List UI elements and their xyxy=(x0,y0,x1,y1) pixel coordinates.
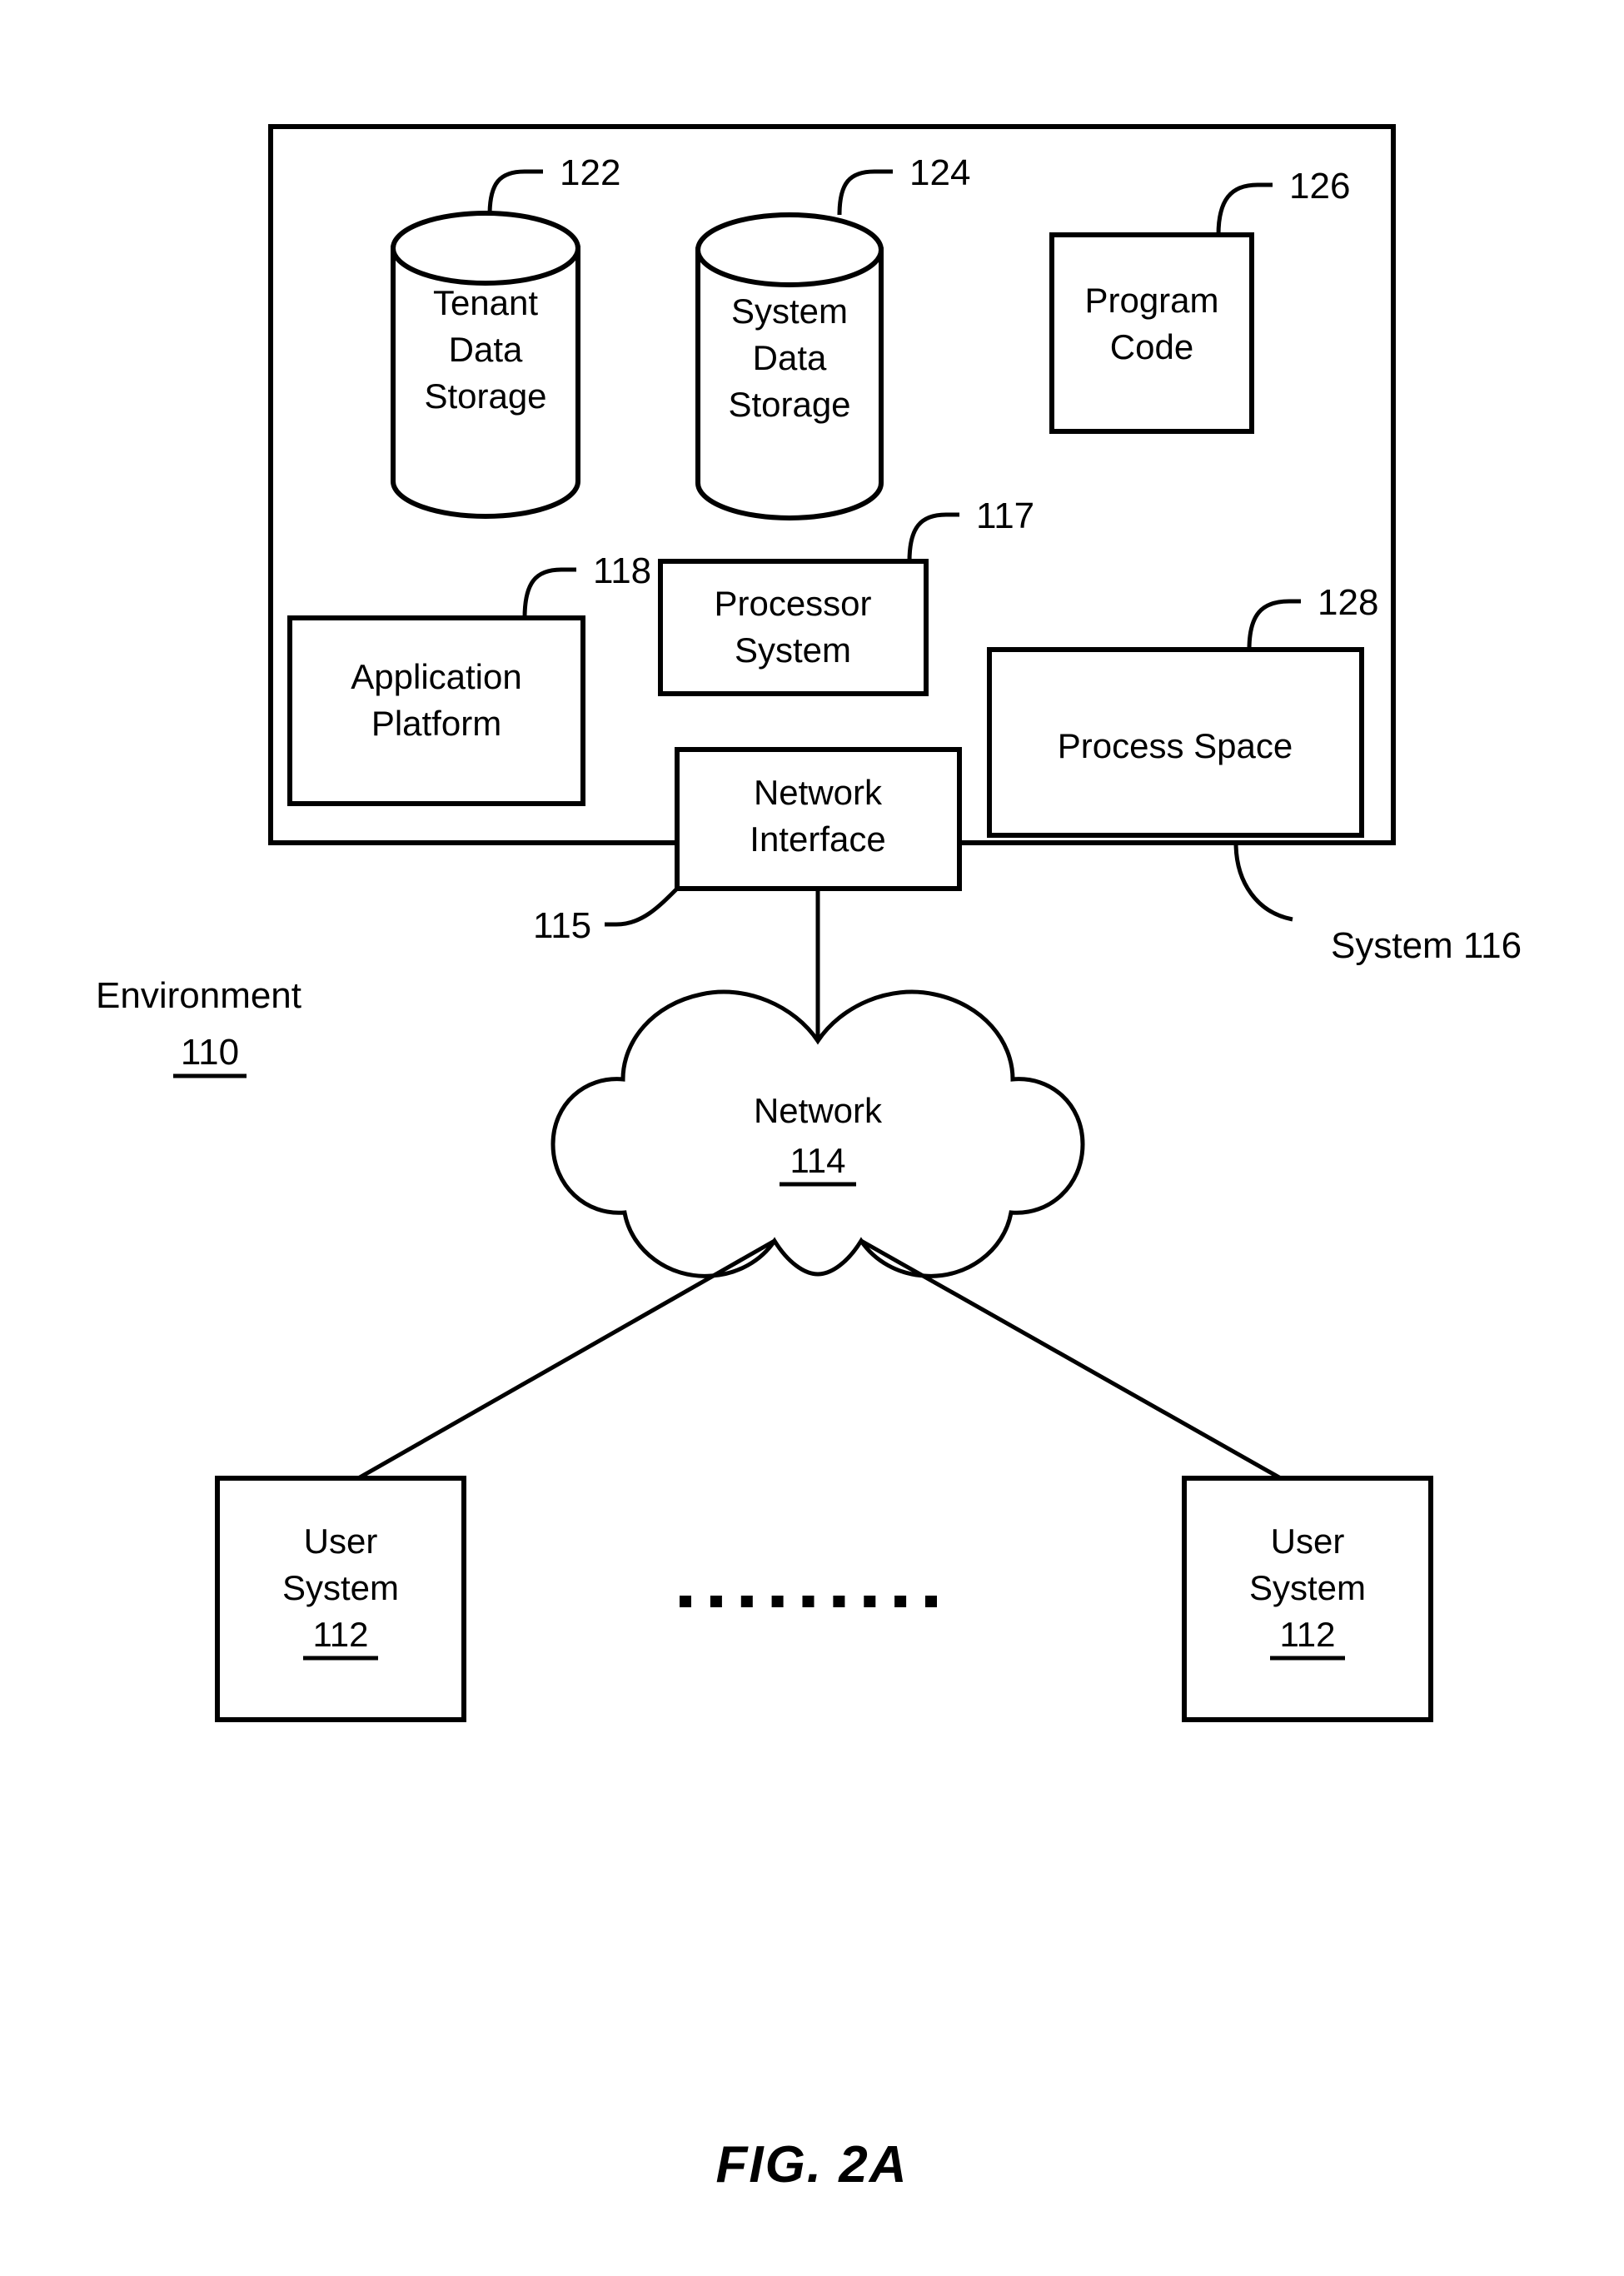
user-system-right-node: User System 112 xyxy=(1182,1476,1433,1722)
user-system-right-number: 112 xyxy=(1280,1615,1336,1654)
system-116-leader xyxy=(1233,842,1293,922)
user-system-right-label-line1: User xyxy=(1271,1521,1345,1561)
user-systems-ellipsis xyxy=(680,1596,937,1607)
tenant-data-storage-ref: 122 xyxy=(560,152,620,193)
ellipsis-dot xyxy=(925,1596,937,1607)
system-data-storage-cylinder-body xyxy=(695,247,884,520)
program-code-label-line1: Program xyxy=(1084,281,1218,320)
user-system-left-label-line2: System xyxy=(282,1568,399,1607)
system-data-storage-cylinder-top xyxy=(695,212,884,287)
system-data-storage-ref: 124 xyxy=(909,152,970,193)
ellipsis-dot xyxy=(680,1596,691,1607)
network-cloud-label: Network xyxy=(754,1091,883,1130)
system-116-label-group: System 116 xyxy=(1233,842,1522,966)
program-code-ref: 126 xyxy=(1289,166,1350,207)
process-space-ref: 128 xyxy=(1318,582,1378,623)
network-interface-leader xyxy=(605,887,679,927)
figure-caption: FIG. 2A xyxy=(715,2136,908,2194)
ellipsis-dot xyxy=(864,1596,876,1607)
network-interface-label-line1: Network xyxy=(754,773,883,812)
system-data-storage-label-line2: Data xyxy=(753,338,827,377)
program-code-label-line2: Code xyxy=(1110,327,1193,366)
tenant-data-storage-label-line1: Tenant xyxy=(433,283,538,322)
processor-system-label-line1: Processor xyxy=(714,584,871,623)
ellipsis-dot xyxy=(771,1596,784,1607)
cloud-to-left-user-system-connector xyxy=(346,1238,776,1487)
tenant-data-storage-label-line2: Data xyxy=(449,330,523,369)
network-interface-ref: 115 xyxy=(533,905,591,946)
ellipsis-dot xyxy=(833,1596,845,1607)
system-116-label: System 116 xyxy=(1331,925,1522,966)
tenant-data-storage-label-line3: Storage xyxy=(424,376,546,416)
ellipsis-dot xyxy=(740,1596,753,1607)
patent-diagram-svg: Tenant Data Storage 122 System Data Stor… xyxy=(96,124,1522,2194)
processor-system-ref: 117 xyxy=(976,496,1034,536)
ellipsis-dot xyxy=(802,1596,814,1607)
application-platform-ref: 118 xyxy=(593,550,651,591)
user-system-right-label-line2: System xyxy=(1249,1568,1366,1607)
user-system-left-number: 112 xyxy=(313,1615,369,1654)
tenant-data-storage-cylinder-top xyxy=(391,211,580,286)
environment-label: Environment xyxy=(96,975,301,1016)
application-platform-label-line1: Application xyxy=(351,657,521,696)
ellipsis-dot xyxy=(894,1596,907,1607)
system-data-storage-label-line3: Storage xyxy=(728,385,850,424)
network-cloud-number: 114 xyxy=(790,1141,846,1180)
cloud-to-right-user-system-connector xyxy=(859,1238,1293,1487)
environment-number: 110 xyxy=(181,1032,239,1073)
network-interface-label-line2: Interface xyxy=(750,819,885,859)
ellipsis-dot xyxy=(710,1596,722,1607)
user-system-left-node: User System 112 xyxy=(215,1476,466,1722)
application-platform-label-line2: Platform xyxy=(371,704,501,743)
process-space-label-line1: Process Space xyxy=(1058,726,1293,765)
system-data-storage-label-line1: System xyxy=(731,291,848,331)
processor-system-label-line2: System xyxy=(735,630,851,670)
user-system-left-label-line1: User xyxy=(304,1521,378,1561)
figure-2a-root: Tenant Data Storage 122 System Data Stor… xyxy=(0,0,1624,2276)
processor-system-box xyxy=(658,559,929,696)
environment-label-group: Environment 110 xyxy=(96,975,301,1078)
